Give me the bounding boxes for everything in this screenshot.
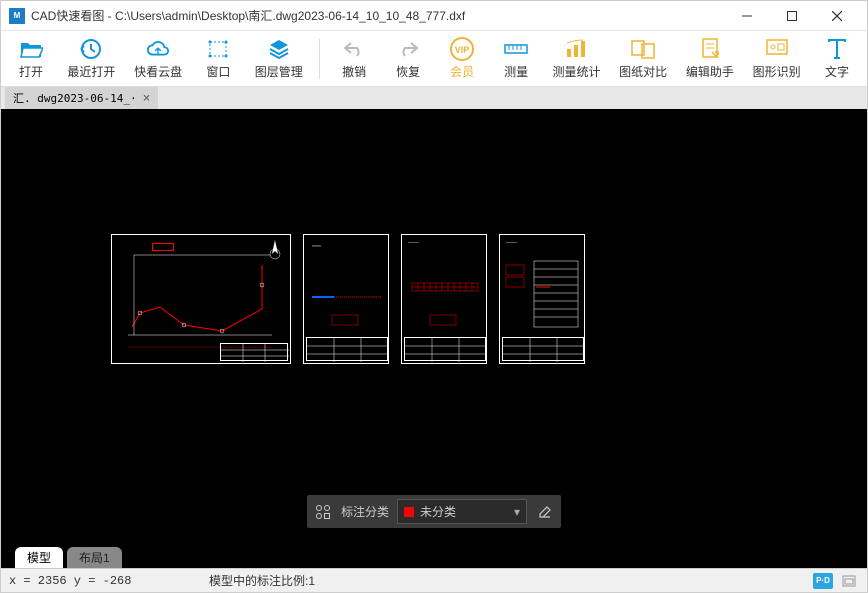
open-icon xyxy=(19,37,43,61)
toolbar-label: 撤销 xyxy=(342,63,366,80)
status-window-icon[interactable] xyxy=(839,573,859,589)
toolbar-label: 打开 xyxy=(19,63,43,80)
svg-text:━━━━━: ━━━━━ xyxy=(311,244,321,248)
toolbar-button-window[interactable]: 窗口 xyxy=(198,35,238,82)
toolbar-button-compare[interactable]: 图纸对比 xyxy=(617,35,670,82)
annotation-toolbar: 标注分类 未分类 ▾ xyxy=(307,495,561,528)
toolbar-button-assist[interactable]: 编辑助手 xyxy=(684,35,737,82)
vip-icon: VIP xyxy=(450,37,474,61)
cloud-icon xyxy=(146,37,170,61)
annotation-category-label: 标注分类 xyxy=(341,503,389,520)
toolbar-label: 图形识别 xyxy=(753,63,801,80)
coordinates-readout: x = 2356 y = -268 xyxy=(9,574,209,588)
toolbar-button-cloud[interactable]: 快看云盘 xyxy=(132,35,185,82)
grid-icon[interactable] xyxy=(313,502,333,522)
drawing-canvas[interactable]: ━━━━━ ━━━━━━━━━ xyxy=(1,109,867,546)
chevron-down-icon: ▾ xyxy=(514,505,520,519)
edit-icon[interactable] xyxy=(535,502,555,522)
drawing-sheet xyxy=(111,234,291,364)
toolbar-button-recognize[interactable]: 图形识别 xyxy=(750,35,803,82)
stats-icon xyxy=(564,37,588,61)
toolbar-button-undo[interactable]: 撤销 xyxy=(334,35,374,82)
toolbar-label: 恢复 xyxy=(396,63,420,80)
toolbar-button-open[interactable]: 打开 xyxy=(11,35,51,82)
svg-text:VIP: VIP xyxy=(455,45,470,55)
toolbar-label: 测量统计 xyxy=(552,63,600,80)
toolbar-label: 图层管理 xyxy=(255,63,303,80)
svg-text:━━━━━━━━━: ━━━━━━━━━ xyxy=(505,242,518,244)
toolbar-button-redo[interactable]: 恢复 xyxy=(388,35,428,82)
measure-icon xyxy=(504,37,528,61)
toolbar-button-vip[interactable]: VIP 会员 xyxy=(442,35,482,82)
annotation-category-select[interactable]: 未分类 ▾ xyxy=(397,499,527,524)
close-icon[interactable]: × xyxy=(143,92,151,105)
status-toggle-icon[interactable]: P·D xyxy=(813,573,833,589)
compare-icon xyxy=(631,37,655,61)
text-icon xyxy=(825,37,849,61)
maximize-button[interactable] xyxy=(769,2,814,30)
selected-value: 未分类 xyxy=(420,503,456,520)
model-layout-tabs: 模型布局1 xyxy=(1,546,867,568)
minimize-button[interactable] xyxy=(724,2,769,30)
titlebar[interactable]: M CAD快速看图 - C:\Users\admin\Desktop\南汇.dw… xyxy=(1,1,867,31)
toolbar-label: 文字 xyxy=(825,63,849,80)
layout-tab[interactable]: 布局1 xyxy=(67,547,122,568)
svg-text:━━━━━━━━━: ━━━━━━━━━ xyxy=(407,242,420,244)
toolbar-button-stats[interactable]: 测量统计 xyxy=(550,35,603,82)
toolbar-label: 最近打开 xyxy=(67,63,115,80)
toolbar-label: 窗口 xyxy=(206,63,230,80)
recent-icon xyxy=(79,37,103,61)
toolbar-button-measure[interactable]: 测量 xyxy=(496,35,536,82)
toolbar-label: 图纸对比 xyxy=(619,63,667,80)
toolbar-button-layers[interactable]: 图层管理 xyxy=(252,35,305,82)
assist-icon xyxy=(698,37,722,61)
file-tab[interactable]: 汇. dwg2023-06-14_· × xyxy=(5,87,158,109)
drawing-sheet: ━━━━━ xyxy=(303,234,389,364)
toolbar-label: 编辑助手 xyxy=(686,63,734,80)
color-swatch xyxy=(404,507,414,517)
toolbar-separator xyxy=(319,39,320,79)
toolbar-button-recent[interactable]: 最近打开 xyxy=(65,35,118,82)
toolbar-label: 快看云盘 xyxy=(134,63,182,80)
drawing-sheet: ━━━━━━━━━ xyxy=(401,234,487,364)
window-title: CAD快速看图 - C:\Users\admin\Desktop\南汇.dwg2… xyxy=(31,7,724,24)
close-button[interactable] xyxy=(814,2,859,30)
app-icon: M xyxy=(9,8,25,24)
status-bar: x = 2356 y = -268 模型中的标注比例:1 P·D xyxy=(1,568,867,592)
file-tab-bar: 汇. dwg2023-06-14_· × xyxy=(1,87,867,109)
layout-tab[interactable]: 模型 xyxy=(15,547,63,568)
toolbar-label: 会员 xyxy=(450,63,474,80)
status-message: 模型中的标注比例:1 xyxy=(209,572,813,589)
toolbar-label: 测量 xyxy=(504,63,528,80)
layers-icon xyxy=(267,37,291,61)
recognize-icon xyxy=(765,37,789,61)
undo-icon xyxy=(342,37,366,61)
redo-icon xyxy=(396,37,420,61)
window-icon xyxy=(206,37,230,61)
file-tab-label: 汇. dwg2023-06-14_· xyxy=(13,90,137,106)
main-toolbar: 打开 最近打开 快看云盘 窗口 图层管理 撤销 恢复 VIP 会员 测量 测量统计 图纸对比 编辑助手 图… xyxy=(1,31,867,87)
toolbar-button-text[interactable]: 文字 xyxy=(817,35,857,82)
drawing-sheet: ━━━━━━━━━ xyxy=(499,234,585,364)
